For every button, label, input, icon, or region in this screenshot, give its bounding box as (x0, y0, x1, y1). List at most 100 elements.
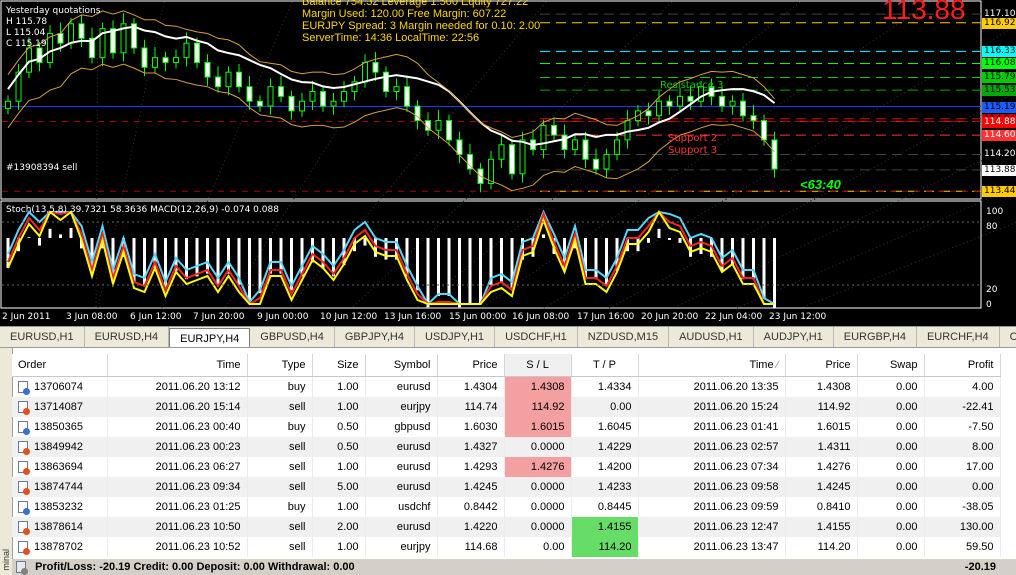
time-label: 7 Jun 20:00 (193, 312, 245, 322)
table-row[interactable]: 13849942 2011.06.23 00:23 sell 0.50 eurusd 1.… (12, 437, 1001, 457)
cell-close-price: 1.4311 (785, 437, 858, 457)
time-label: 13 Jun 16:00 (384, 312, 442, 322)
candle-body (740, 100, 746, 117)
cell-sl: 1.4276 (504, 457, 572, 477)
col-price[interactable]: Price (437, 354, 505, 377)
cell-price: 1.4304 (437, 376, 505, 397)
cell-symbol: eurjpy (365, 537, 438, 557)
order-number: 13878614 (34, 520, 83, 533)
col-close-time[interactable]: Time ⁄ (638, 354, 786, 377)
cell-price: 1.6030 (437, 417, 505, 437)
cell-type: sell (247, 517, 313, 537)
col-order[interactable]: Order (12, 354, 108, 377)
chart-tab[interactable]: AUDUSD,H1 (669, 327, 754, 347)
cell-sl: 1.6015 (504, 417, 572, 437)
order-icon (18, 481, 30, 496)
cell-close-time: 2011.06.23 13:47 (638, 537, 786, 557)
candle-body (582, 139, 589, 160)
candle-body (498, 144, 505, 160)
cell-sl: 0.0000 (504, 497, 572, 517)
table-row[interactable]: 13706074 2011.06.20 13:12 buy 1.00 eurusd 1.4… (12, 376, 1001, 397)
cell-tp: 0.8445 (571, 497, 639, 517)
chart-tab[interactable]: EURUSD,H4 (85, 327, 170, 347)
chart-tab[interactable]: CAD. (1000, 327, 1016, 347)
table-row[interactable]: 13874744 2011.06.23 09:34 sell 5.00 eurusd 1.… (12, 477, 1001, 497)
cell-symbol: eurjpy (365, 397, 438, 417)
table-row[interactable]: 13878702 2011.06.23 10:52 sell 1.00 eurjpy 11… (12, 537, 1001, 557)
chart-tab[interactable]: EURJPY,H4 (169, 328, 251, 347)
chart-canvas[interactable] (0, 0, 1016, 326)
candle-body (551, 124, 557, 136)
cell-tp: 1.4229 (571, 437, 639, 457)
chart-tab[interactable]: USDJPY,H1 (415, 327, 496, 347)
order-number: 13863694 (34, 460, 83, 473)
table-row[interactable]: 13853232 2011.06.23 01:25 buy 1.00 usdchf 0.8… (12, 497, 1001, 517)
cell-tp: 1.4334 (571, 376, 639, 397)
chart-tab[interactable]: USDCHF,H1 (495, 327, 578, 347)
cell-price: 1.4327 (437, 437, 505, 457)
chart-tab[interactable]: GBPUSD,H4 (250, 327, 335, 347)
chart-tab[interactable]: EURCHF,H4 (917, 327, 1000, 347)
order-icon (18, 401, 30, 416)
col-swap[interactable]: Swap (857, 354, 925, 377)
cell-profit: -22.41 (924, 397, 1001, 417)
table-row[interactable]: 13850365 2011.06.23 00:40 buy 0.50 gbpusd 1.6… (12, 417, 1001, 437)
cell-size: 1.00 (312, 497, 366, 517)
support-label-2: Support 2 (668, 133, 718, 144)
cell-profit: 17.00 (924, 457, 1001, 477)
chart-tab[interactable]: AUDJPY,H1 (754, 327, 834, 347)
cell-profit: 8.00 (924, 437, 1001, 457)
cell-profit: 4.00 (924, 376, 1001, 397)
cell-swap: 0.00 (857, 497, 925, 517)
col-profit[interactable]: Profit (924, 354, 1001, 377)
cell-order: 13850365 (12, 417, 108, 437)
chart-tab[interactable]: NZDUSD,M15 (578, 327, 670, 347)
col-symbol[interactable]: Symbol (365, 354, 438, 377)
time-label: 10 Jun 12:00 (320, 312, 378, 322)
indicator-scale-label: 20 (986, 285, 998, 295)
chart-tab[interactable]: EURGBP,H4 (834, 327, 917, 347)
cell-symbol: gbpusd (365, 417, 438, 437)
cell-close-price: 1.6015 (785, 417, 858, 437)
cell-order: 13878702 (12, 537, 108, 557)
candle-body (446, 120, 452, 141)
candle-body (393, 86, 400, 93)
indicator-scale-label: 0 (986, 300, 992, 310)
cell-swap: 0.00 (857, 397, 925, 417)
col-tp[interactable]: T / P (571, 354, 639, 377)
col-sl[interactable]: S / L (504, 354, 572, 377)
big-price: 113.88 (882, 0, 966, 25)
resistance-label: Resistance 3 (660, 80, 724, 91)
cell-close-time: 2011.06.23 02:57 (638, 437, 786, 457)
chart-tab[interactable]: GBPJPY,H4 (335, 327, 415, 347)
cell-type: sell (247, 477, 313, 497)
cell-type: sell (247, 537, 313, 557)
yesterday-close: C 115.19 (6, 39, 47, 49)
candle-body (404, 86, 410, 107)
cell-symbol: eurusd (365, 437, 438, 457)
cell-order: 13874744 (12, 477, 108, 497)
cell-order: 13853232 (12, 497, 108, 517)
cell-profit: 0.00 (924, 477, 1001, 497)
candle-body (540, 124, 547, 151)
table-row[interactable]: 13714087 2011.06.20 15:14 sell 1.00 eurjpy 11… (12, 397, 1001, 417)
table-row[interactable]: 13878614 2011.06.23 10:50 sell 2.00 eurusd 1.… (12, 517, 1001, 537)
price-chart[interactable]: 113.88 Yesterday quotations H 115.78 L 1… (0, 0, 1016, 326)
cell-sl: 0.0000 (504, 437, 572, 457)
price-label: 114.60 (982, 130, 1016, 142)
time-label: 23 Jun 12:00 (769, 312, 827, 322)
cell-size: 2.00 (312, 517, 366, 537)
col-time[interactable]: Time (107, 354, 248, 377)
table-row[interactable]: 13863694 2011.06.23 06:27 sell 1.00 eurusd 1.… (12, 457, 1001, 477)
chart-tab[interactable]: EURUSD,H1 (0, 327, 85, 347)
support-label-3: Support 3 (668, 145, 718, 156)
cell-tp: 0.00 (571, 397, 639, 417)
col-type[interactable]: Type (247, 354, 313, 377)
col-size[interactable]: Size (312, 354, 366, 377)
order-number: 13874744 (34, 480, 83, 493)
table-header: Order Time Type Size Symbol Price S / L … (12, 354, 1001, 377)
candle-body (5, 100, 11, 109)
col-close-price[interactable]: Price (785, 354, 858, 377)
chart-tabs: EURUSD,H1 EURUSD,H4 EURJPY,H4 GBPUSD,H4 GBPJ… (0, 326, 1016, 348)
cell-price: 0.8442 (437, 497, 505, 517)
